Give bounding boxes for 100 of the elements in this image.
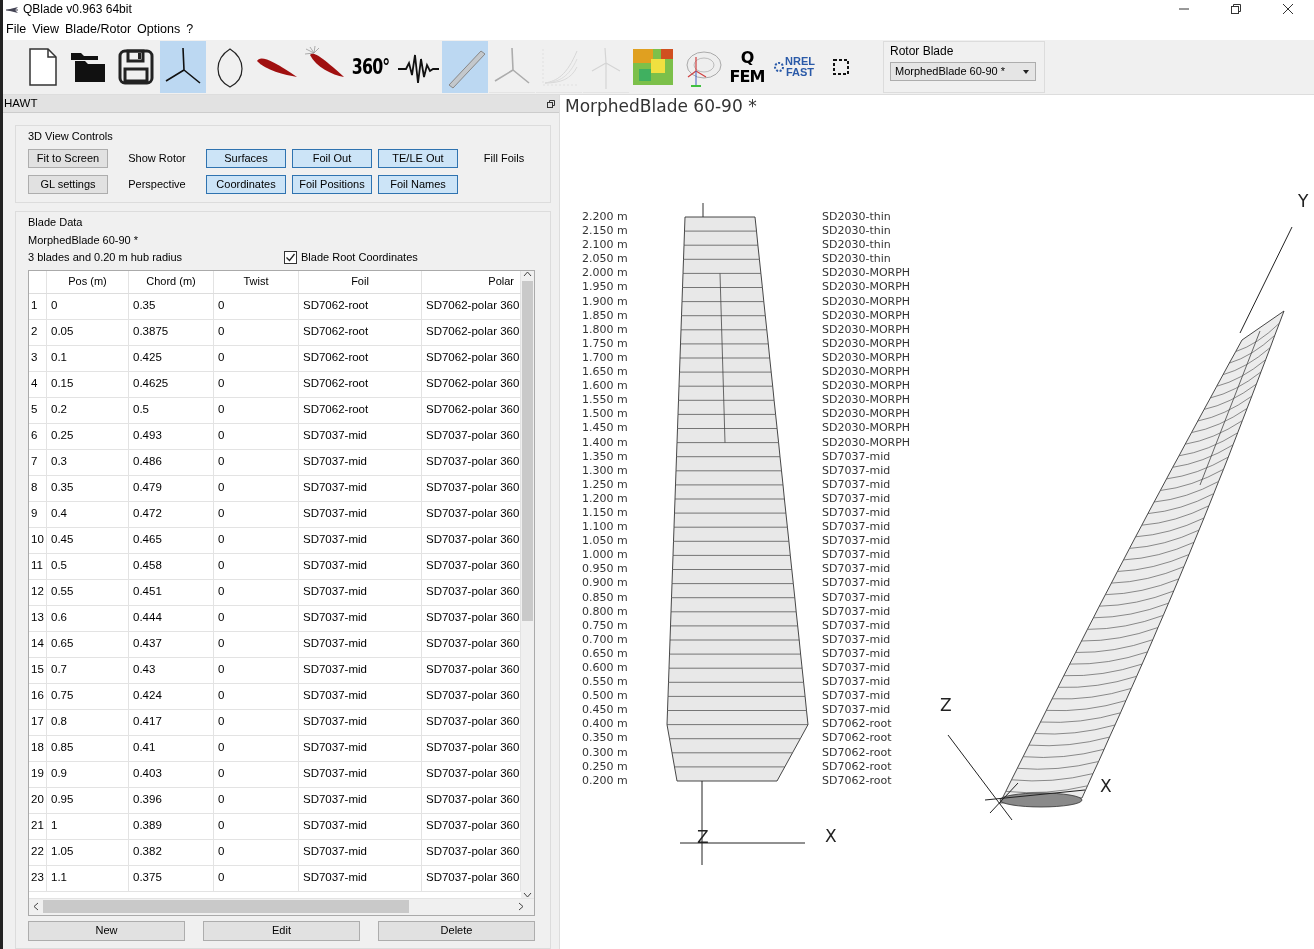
position-label: 1.200 m <box>582 491 628 506</box>
axis-label: X <box>1100 778 1112 795</box>
table-cell: SD7037-mid <box>299 423 422 450</box>
table-cell: SD7037-mid <box>299 735 422 762</box>
foil-label: SD7037-mid <box>822 576 892 591</box>
foil-label: SD7037-mid <box>822 449 892 464</box>
table-cell: SD7037-mid <box>299 865 422 892</box>
table-cell: 0.1 <box>47 345 129 372</box>
position-label: 0.650 m <box>582 646 628 661</box>
menu-item[interactable]: File <box>3 21 30 37</box>
rotor-button[interactable] <box>160 41 206 93</box>
row-number: 7 <box>29 449 47 476</box>
column-header[interactable]: Chord (m) <box>129 270 214 293</box>
table-cell: 0.45 <box>47 527 129 554</box>
row-number: 23 <box>29 865 47 892</box>
toggle-button[interactable]: Foil Names <box>378 175 458 195</box>
table-cell: SD7037-mid <box>299 683 422 710</box>
qfem-button[interactable]: Q FEM <box>724 41 770 93</box>
degree-button[interactable]: 360° <box>348 41 394 93</box>
toggle-button[interactable]: Coordinates <box>206 175 286 195</box>
table-cell: 0.437 <box>129 631 214 658</box>
nrel-button[interactable]: NREL FAST <box>771 41 817 93</box>
position-label: 0.300 m <box>582 745 628 760</box>
position-label: 1.400 m <box>582 435 628 450</box>
table-cell: 0.43 <box>129 657 214 684</box>
toggle-button[interactable]: Surfaces <box>206 149 286 169</box>
table-cell: 0.15 <box>47 371 129 398</box>
foil-label: SD2030-MORPH <box>822 266 911 281</box>
toggle-button[interactable]: Perspective <box>114 175 200 195</box>
foil-label: SD2030-MORPH <box>822 294 911 309</box>
table-cell: 0.55 <box>47 579 129 606</box>
toggle-button[interactable]: Fill Foils <box>464 149 544 169</box>
menu-item[interactable]: Blade/Rotor <box>62 21 135 37</box>
blade-dropdown[interactable]: MorphedBlade 60-90 * <box>890 62 1036 82</box>
foil-label: SD7062-root <box>822 717 893 732</box>
foil-label: SD7037-mid <box>822 689 892 704</box>
check-icon <box>285 251 296 263</box>
table-cell: SD7062-root <box>299 345 422 372</box>
table-cell: 0.417 <box>129 709 214 736</box>
menu-item[interactable]: ? <box>183 21 197 37</box>
row-number: 8 <box>29 475 47 502</box>
scroll-thumb[interactable] <box>522 280 533 621</box>
foil-label: SD7062-root <box>822 759 893 774</box>
table-cell: 0 <box>214 553 299 580</box>
table-cell: 0.95 <box>47 787 129 814</box>
position-label: 0.500 m <box>582 689 628 704</box>
row-number: 1 <box>29 293 47 320</box>
axis-label: Z <box>940 697 952 714</box>
foil-label: SD7037-mid <box>822 548 892 563</box>
foil-label: SD2030-MORPH <box>822 365 911 380</box>
toggle-button[interactable]: Foil Out <box>292 149 372 169</box>
group-label: 3D View Controls <box>28 130 114 144</box>
delete-button[interactable]: Delete <box>378 920 535 941</box>
table-cell: 0 <box>214 735 299 762</box>
close-icon <box>1282 3 1294 15</box>
foil-label: SD2030-thin <box>822 224 892 239</box>
table-cell: 0 <box>214 683 299 710</box>
table-cell: SD7037-mid <box>299 709 422 736</box>
column-header[interactable]: Pos (m) <box>47 270 129 293</box>
toggle-button[interactable]: Show Rotor <box>114 149 200 169</box>
position-label: 1.050 m <box>582 534 628 549</box>
scroll-thumb[interactable] <box>43 900 409 914</box>
column-header[interactable]: Foil <box>299 270 422 293</box>
table-cell: 0.25 <box>47 423 129 450</box>
foil-label: SD7037-mid <box>822 703 892 718</box>
horizontal-scrollbar[interactable] <box>29 897 534 915</box>
push-button[interactable]: Fit to Screen <box>28 149 108 169</box>
table-cell: 0 <box>214 631 299 658</box>
toggle-button[interactable]: TE/LE Out <box>378 149 458 169</box>
table-cell: 0 <box>214 527 299 554</box>
menu-item[interactable]: Options <box>134 21 184 37</box>
table-cell: 0 <box>214 813 299 840</box>
group-label: Rotor Blade <box>890 44 955 59</box>
vertical-scrollbar[interactable] <box>521 270 534 898</box>
foil-label: SD7037-mid <box>822 520 892 535</box>
axis-label: X <box>825 828 837 845</box>
foil-label: SD2030-MORPH <box>822 421 911 436</box>
edit-button[interactable]: Edit <box>203 920 360 941</box>
table-cell: 0 <box>214 319 299 346</box>
panel-title: HAWT <box>4 96 38 111</box>
position-label: 2.050 m <box>582 252 628 267</box>
table-cell: SD7037-mid <box>299 839 422 866</box>
row-number: 9 <box>29 501 47 528</box>
position-label: 0.900 m <box>582 576 628 591</box>
toggle-button[interactable]: Foil Positions <box>292 175 372 195</box>
table-cell: SD7037-mid <box>299 813 422 840</box>
foil-label: SD7062-root <box>822 773 893 788</box>
table-cell: 0.382 <box>129 839 214 866</box>
root-coordinates-checkbox[interactable]: Blade Root Coordinates <box>284 250 418 264</box>
position-label: 1.650 m <box>582 365 628 380</box>
column-header[interactable]: Twist <box>214 270 299 293</box>
position-label: 1.150 m <box>582 505 628 521</box>
table-cell: SD7062-root <box>299 293 422 320</box>
float-icon <box>547 99 555 108</box>
new-button[interactable]: New <box>28 920 185 941</box>
table-cell: SD7037-mid <box>299 657 422 684</box>
menu-item[interactable]: View <box>29 21 63 37</box>
table-cell: 1.05 <box>47 839 129 866</box>
row-number: 20 <box>29 787 47 814</box>
push-button[interactable]: GL settings <box>28 175 108 195</box>
